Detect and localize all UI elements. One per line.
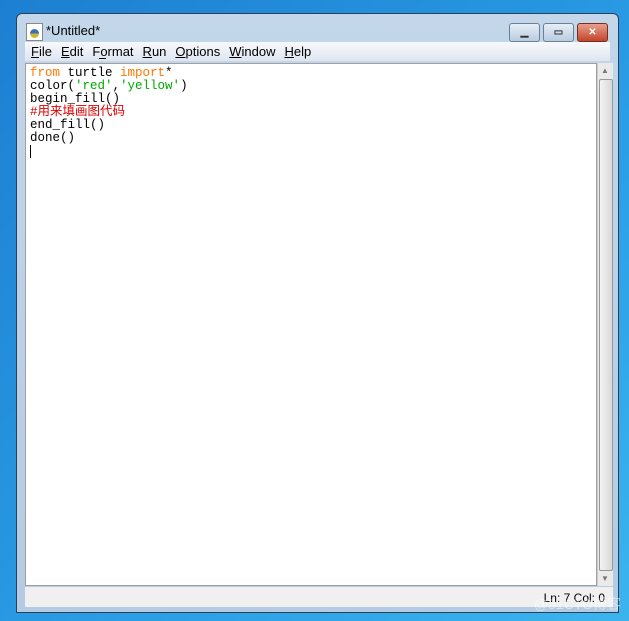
status-bar: Ln: 7 Col: 0 [25,587,613,607]
code-text: * [165,66,173,80]
maximize-button[interactable]: ▭ [543,23,574,42]
code-line: end_fill() [30,118,106,132]
menu-bar: File Edit Format Run Options Window Help [25,42,610,61]
access-key-underline [99,58,107,59]
code-text: turtle [60,66,121,80]
keyword: from [30,66,61,80]
scroll-down-arrow-icon[interactable]: ▼ [601,574,609,583]
menu-file[interactable]: File [31,44,52,61]
menu-help[interactable]: Help [284,44,311,61]
scroll-up-arrow-icon[interactable]: ▲ [601,66,609,75]
minimize-icon: ▁ [520,27,529,38]
close-button[interactable]: ✕ [577,23,608,42]
menu-format[interactable]: Format [92,44,134,61]
python-file-icon [26,23,43,41]
string: 'yellow' [120,79,181,93]
menu-options[interactable]: Options [175,44,220,61]
menu-edit[interactable]: Edit [61,44,83,61]
code-text: , [112,79,121,93]
menu-format-label: Format [92,44,134,59]
idle-editor-window: *Untitled* ▁ ▭ ✕ File Edit Format Run Op… [16,13,619,613]
close-icon: ✕ [588,27,597,38]
code-editor[interactable]: from turtle import* color('red','yellow'… [25,63,597,586]
minimize-button[interactable]: ▁ [509,23,540,42]
code-text: color( [30,79,76,93]
menu-run[interactable]: Run [143,44,167,61]
comment: #用来填画图代码 [30,105,126,119]
code-text: ) [180,79,188,93]
menu-window[interactable]: Window [229,44,275,61]
string: 'red' [75,79,113,93]
text-cursor [30,145,31,158]
scrollbar-thumb[interactable] [599,79,613,571]
maximize-icon: ▭ [553,27,564,38]
window-title: *Untitled* [46,23,101,38]
title-bar[interactable]: *Untitled* ▁ ▭ ✕ [17,14,618,44]
code-line: begin_fill() [30,92,121,106]
keyword: import [120,66,166,80]
watermark: @51CTO博客 [533,596,621,612]
vertical-scrollbar[interactable]: ▲ ▼ [597,63,613,586]
code-line: done() [30,131,76,145]
